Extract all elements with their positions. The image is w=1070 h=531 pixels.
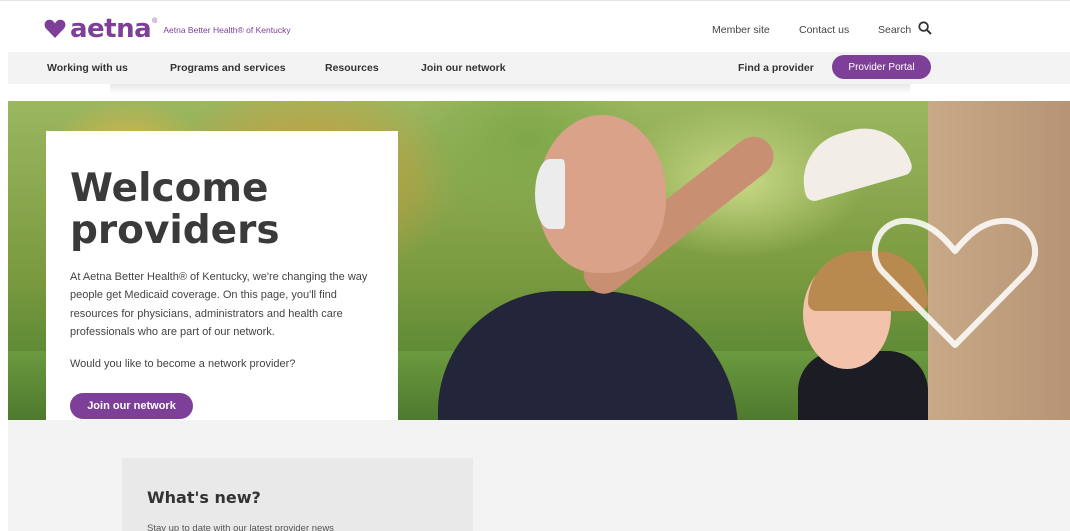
hero-cap <box>792 116 914 204</box>
heart-outline-icon <box>871 217 1039 348</box>
logo-wordmark: aetna <box>70 14 152 44</box>
provider-portal-button[interactable]: Provider Portal <box>832 55 931 79</box>
nav-join-our-network[interactable]: Join our network <box>421 62 506 74</box>
hero-man-hair <box>535 159 565 229</box>
title-line-1: Welcome <box>70 166 269 211</box>
page-title: Welcome providers <box>70 168 380 252</box>
logo-registered-mark: ® <box>152 17 158 25</box>
logo-subtitle: Aetna Better Health® of Kentucky <box>163 25 291 35</box>
member-site-link[interactable]: Member site <box>712 24 770 36</box>
nav-resources[interactable]: Resources <box>325 62 379 74</box>
heart-logo-icon <box>44 19 66 38</box>
search-link[interactable]: Search <box>878 24 911 36</box>
nav-working-with-us[interactable]: Working with us <box>47 62 128 74</box>
become-provider-question: Would you like to become a network provi… <box>70 358 296 370</box>
join-our-network-button[interactable]: Join our network <box>70 393 193 419</box>
search-icon[interactable] <box>918 21 932 35</box>
find-a-provider-link[interactable]: Find a provider <box>738 62 814 74</box>
hero-man-shirt <box>438 291 738 420</box>
contact-us-link[interactable]: Contact us <box>799 24 849 36</box>
whats-new-subtitle: Stay up to date with our latest provider… <box>147 523 334 531</box>
whats-new-heading: What's new? <box>147 488 261 507</box>
nav-shadow <box>110 84 910 94</box>
aetna-logo[interactable]: aetna ® Aetna Better Health® of Kentucky <box>44 16 291 42</box>
title-line-2: providers <box>70 208 280 253</box>
welcome-description: At Aetna Better Health® of Kentucky, we'… <box>70 271 368 338</box>
nav-programs-and-services[interactable]: Programs and services <box>170 62 286 74</box>
